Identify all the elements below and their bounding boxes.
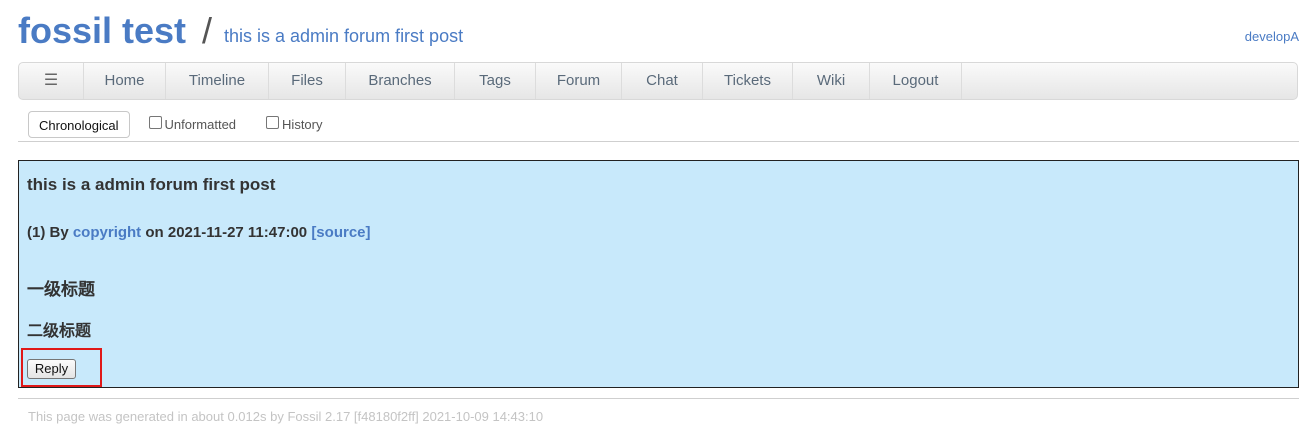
forum-post: this is a admin forum first post (1) By … [18, 160, 1299, 388]
menu-item-wiki[interactable]: Wiki [793, 63, 870, 99]
sub-menu: Chronological Unformatted History [28, 109, 323, 139]
page-title: this is a admin forum first post [224, 26, 464, 46]
post-meta: (1) By copyright on 2021-11-27 11:47:00 … [27, 224, 371, 241]
menu-item-chat[interactable]: Chat [622, 63, 703, 99]
footer-text: This page was generated in about 0.012s … [28, 409, 544, 424]
menu-item-tickets[interactable]: Tickets [703, 63, 793, 99]
divider [18, 141, 1299, 142]
chronological-button[interactable]: Chronological [28, 110, 130, 138]
history-checkbox[interactable] [266, 115, 280, 129]
unformatted-label: Unformatted [164, 116, 237, 132]
project-title[interactable]: fossil test [18, 10, 186, 52]
post-date: on 2021-11-27 11:47:00 [141, 224, 312, 241]
history-toggle[interactable]: History [266, 115, 323, 132]
post-number-by: (1) By [27, 224, 73, 241]
header: fossil test / this is a admin forum firs… [18, 8, 1299, 58]
post-heading-1: 一级标题 [27, 280, 95, 299]
menu-item-timeline[interactable]: Timeline [166, 63, 269, 99]
unformatted-toggle[interactable]: Unformatted [148, 115, 237, 132]
footer-divider [18, 398, 1299, 399]
title-separator: / [202, 10, 213, 51]
main-menu: ☰ Home Timeline Files Branches Tags Foru… [18, 62, 1298, 100]
login-user-link[interactable]: developA [1245, 29, 1299, 44]
hamburger-menu-icon[interactable]: ☰ [19, 63, 84, 99]
post-heading-2: 二级标题 [27, 323, 92, 340]
source-link[interactable]: [source] [311, 224, 370, 241]
menu-item-files[interactable]: Files [269, 63, 346, 99]
history-label: History [282, 116, 323, 132]
unformatted-checkbox[interactable] [148, 115, 162, 129]
author-link[interactable]: copyright [73, 224, 141, 241]
menu-item-logout[interactable]: Logout [870, 63, 962, 99]
menu-item-branches[interactable]: Branches [346, 63, 455, 99]
menu-item-home[interactable]: Home [84, 63, 166, 99]
menu-item-forum[interactable]: Forum [536, 63, 622, 99]
menu-item-tags[interactable]: Tags [455, 63, 536, 99]
reply-button[interactable]: Reply [27, 359, 76, 379]
post-title: this is a admin forum first post [27, 175, 276, 194]
